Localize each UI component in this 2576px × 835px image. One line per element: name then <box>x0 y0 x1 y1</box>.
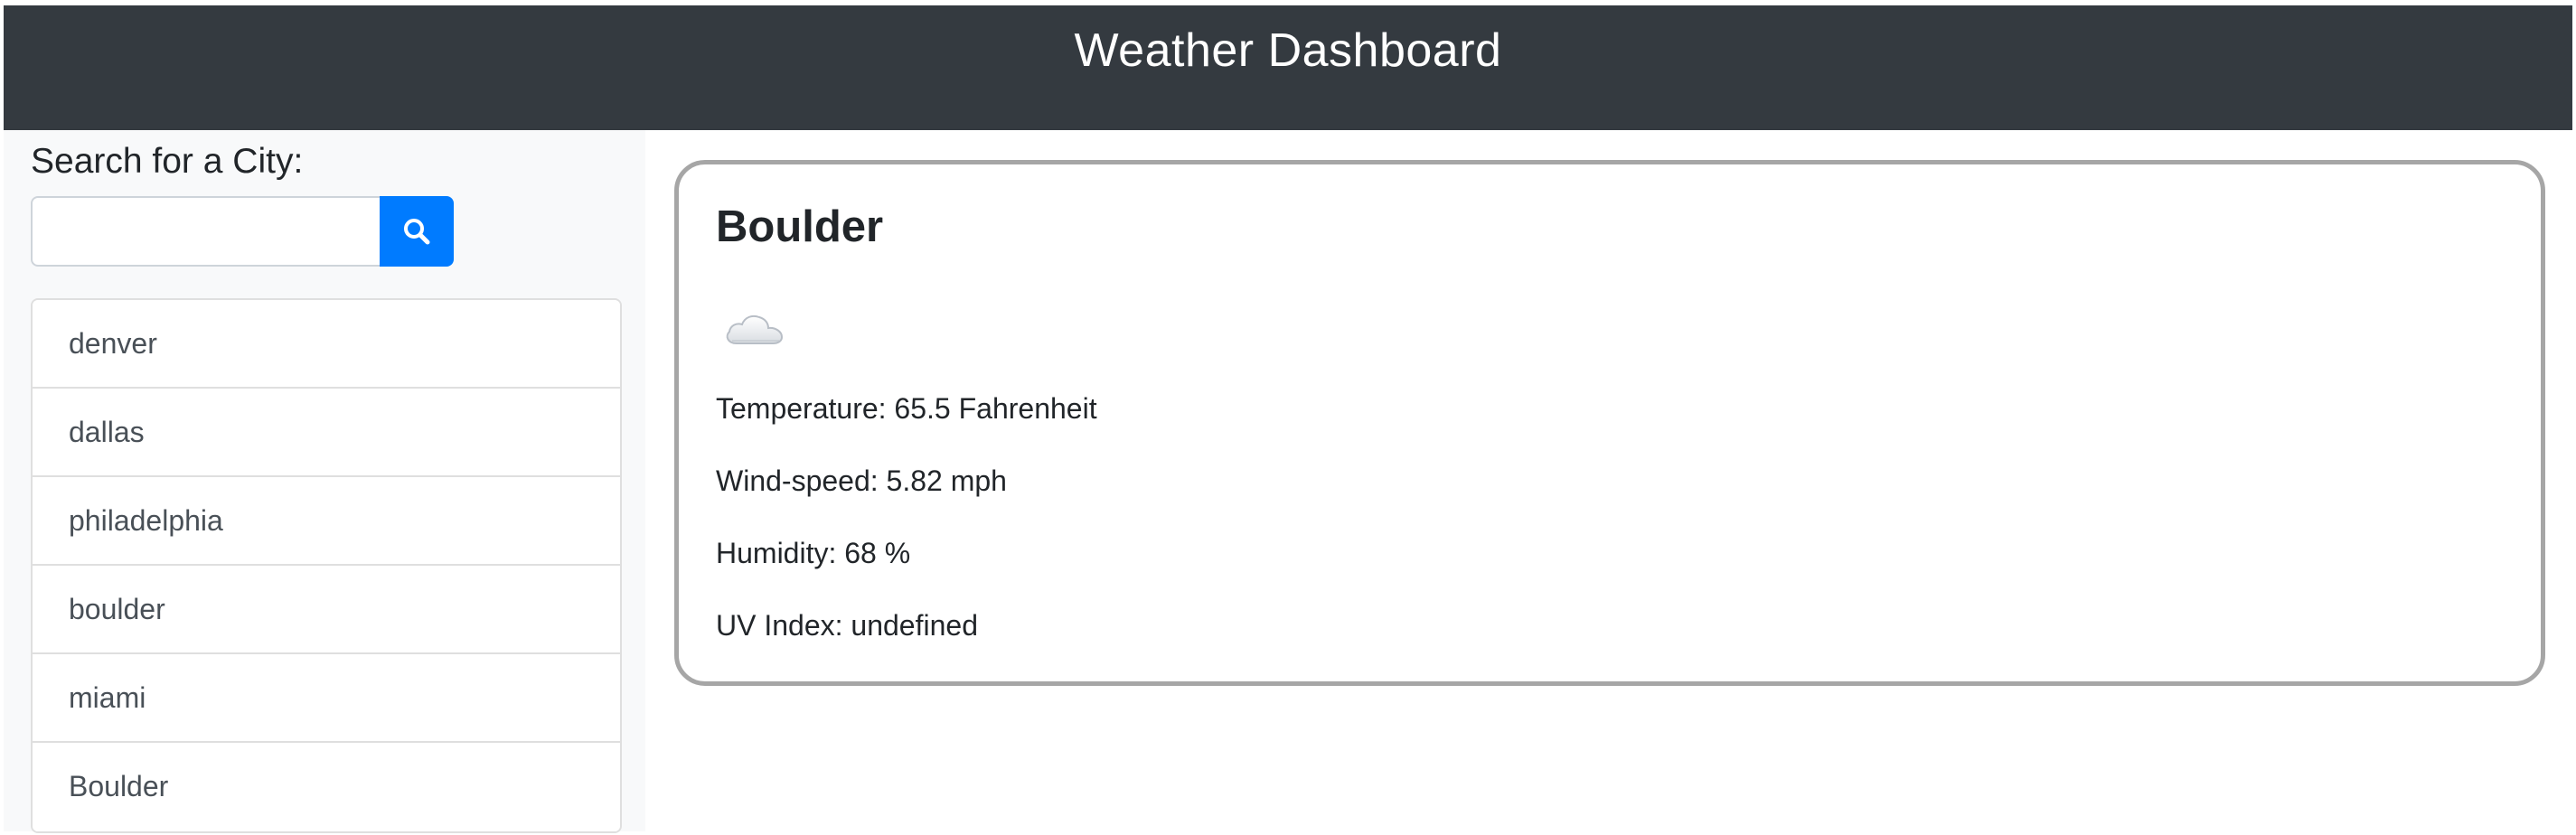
current-city-name: Boulder <box>716 202 884 251</box>
humidity-text: Humidity: 68 % <box>716 537 911 569</box>
search-label: Search for a City: <box>31 142 304 181</box>
sidebar: Search for a City: denver dallas philade… <box>4 130 645 833</box>
wind-speed-text: Wind-speed: 5.82 mph <box>716 464 1007 497</box>
search-button[interactable] <box>380 196 454 267</box>
city-history-list: denver dallas philadelphia boulder miami… <box>31 298 622 833</box>
search-icon <box>404 219 430 245</box>
app-page: Weather Dashboard Search for a City: den… <box>4 5 2572 833</box>
city-history-item[interactable]: boulder <box>33 566 620 654</box>
city-history-item[interactable]: miami <box>33 654 620 743</box>
city-history-item[interactable]: dallas <box>33 389 620 477</box>
city-history-item[interactable]: Boulder <box>33 743 620 831</box>
page-title: Weather Dashboard <box>1074 24 1502 77</box>
app-header: Weather Dashboard <box>4 5 2572 130</box>
city-search-input[interactable] <box>31 196 383 267</box>
city-history-item[interactable]: denver <box>33 300 620 389</box>
uv-index-text: UV Index: undefined <box>716 609 978 642</box>
current-weather-card: Boulder Temperature: 65.5 Fahrenheit Win… <box>674 160 2545 686</box>
city-history-item[interactable]: philadelphia <box>33 477 620 566</box>
temperature-text: Temperature: 65.5 Fahrenheit <box>716 392 1097 425</box>
cloud-icon <box>726 314 784 344</box>
